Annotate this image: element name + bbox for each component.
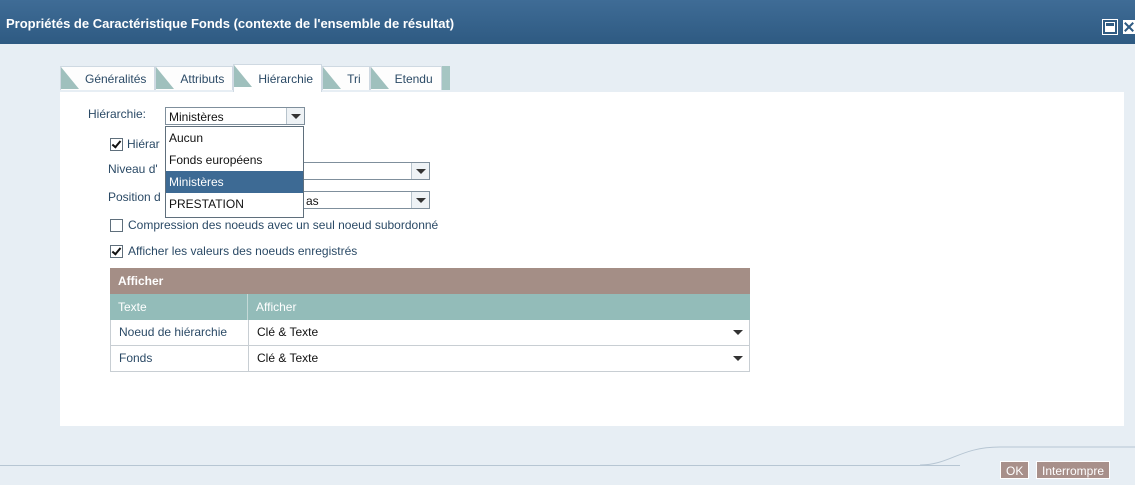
- chevron-down-icon[interactable]: [733, 356, 743, 361]
- dropdown-option[interactable]: Aucun: [166, 127, 303, 149]
- position-select-value: as: [306, 194, 319, 208]
- maximize-icon[interactable]: [1102, 19, 1118, 35]
- footer-divider: [0, 465, 960, 466]
- column-header-display: Afficher: [256, 300, 297, 314]
- tab-hierarchie[interactable]: Hiérarchie: [233, 64, 323, 92]
- tab-tri[interactable]: Tri: [322, 66, 370, 90]
- hierarchy-checkbox-label: Hiérar: [127, 137, 160, 151]
- title-bar: Propriétés de Caractéristique Fonds (con…: [0, 0, 1135, 44]
- show-values-checkbox[interactable]: [110, 245, 123, 258]
- dropdown-option-selected[interactable]: Ministères: [166, 171, 303, 193]
- tab-strip-end: [441, 66, 450, 90]
- table-header-row: Texte Afficher: [110, 294, 750, 320]
- tab-etendu[interactable]: Etendu: [369, 66, 442, 90]
- tab-generalites[interactable]: Généralités: [60, 66, 156, 90]
- tab-label: Attributs: [180, 71, 225, 86]
- close-icon[interactable]: [1123, 20, 1135, 34]
- hierarchy-checkbox[interactable]: [110, 138, 123, 151]
- tab-label: Tri: [347, 71, 361, 86]
- table-row: Noeud de hiérarchie Clé & Texte: [110, 320, 750, 346]
- display-select-value: Clé & Texte: [257, 325, 319, 339]
- tab-flag-icon: [323, 67, 342, 89]
- show-values-label: Afficher les valeurs des noeuds enregist…: [128, 244, 358, 258]
- table-title: Afficher: [110, 268, 750, 294]
- chevron-down-icon[interactable]: [733, 330, 743, 335]
- tab-flag-icon: [61, 67, 79, 89]
- ok-button[interactable]: OK: [1000, 461, 1030, 479]
- chevron-down-icon[interactable]: [286, 108, 304, 124]
- tab-attributs[interactable]: Attributs: [155, 66, 234, 90]
- level-label: Niveau d': [108, 162, 158, 176]
- display-select[interactable]: Clé & Texte: [249, 320, 749, 345]
- compress-checkbox[interactable]: [110, 219, 123, 232]
- dropdown-option[interactable]: PRESTATION: [166, 193, 303, 215]
- tab-flag-icon: [234, 65, 253, 87]
- table-row: Fonds Clé & Texte: [110, 346, 750, 372]
- display-select-value: Clé & Texte: [257, 351, 319, 365]
- tab-flag-icon: [370, 67, 389, 89]
- hierarchy-label: Hiérarchie:: [88, 107, 147, 121]
- chevron-down-icon[interactable]: [411, 163, 429, 179]
- table-cell-text: Noeud de hiérarchie: [111, 320, 249, 345]
- window-title: Propriétés de Caractéristique Fonds (con…: [6, 16, 455, 31]
- chevron-down-icon[interactable]: [411, 192, 429, 208]
- display-table: Afficher Texte Afficher Noeud de hiérarc…: [110, 268, 750, 372]
- hierarchy-select[interactable]: Ministères: [165, 107, 305, 125]
- compress-label: Compression des noeuds avec un seul noeu…: [128, 218, 439, 232]
- tab-strip: Généralités Attributs Hiérarchie Tri Ete…: [60, 64, 450, 92]
- hierarchy-dropdown-list: Aucun Fonds européens Ministères PRESTAT…: [165, 126, 304, 218]
- tab-flag-icon: [156, 67, 175, 89]
- tab-label: Etendu: [394, 71, 433, 86]
- hierarchy-select-value: Ministères: [169, 110, 224, 124]
- table-cell-text: Fonds: [111, 346, 249, 371]
- dropdown-option[interactable]: Fonds européens: [166, 149, 303, 171]
- tab-label: Généralités: [85, 71, 147, 86]
- display-select[interactable]: Clé & Texte: [249, 346, 749, 371]
- column-header-text: Texte: [110, 294, 248, 320]
- tab-label: Hiérarchie: [258, 71, 314, 86]
- cancel-button[interactable]: Interrompre: [1036, 461, 1111, 479]
- position-label: Position d: [108, 190, 161, 204]
